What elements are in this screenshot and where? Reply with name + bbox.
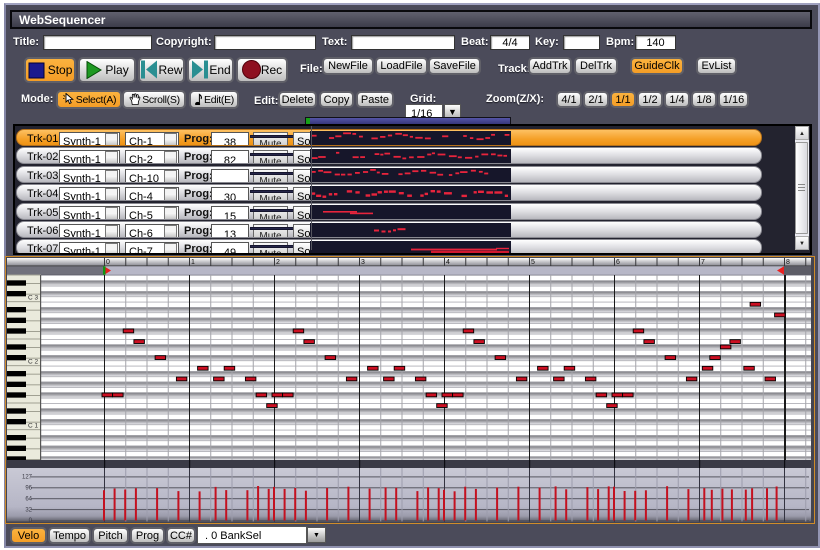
svg-text:C 2: C 2 <box>28 359 39 366</box>
svg-text:6: 6 <box>616 259 620 266</box>
svg-text:7: 7 <box>701 259 705 266</box>
svg-text:C 3: C 3 <box>28 295 39 302</box>
svg-text:C 1: C 1 <box>28 423 39 430</box>
svg-text:8: 8 <box>786 259 790 266</box>
svg-text:5: 5 <box>531 259 535 266</box>
svg-text:64: 64 <box>25 496 32 502</box>
svg-text:1: 1 <box>191 259 195 266</box>
svg-text:2: 2 <box>276 259 280 266</box>
svg-text:4: 4 <box>446 259 450 266</box>
svg-text:127: 127 <box>22 475 33 481</box>
svg-text:0: 0 <box>106 259 110 266</box>
svg-text:32: 32 <box>25 507 32 513</box>
svg-text:3: 3 <box>361 259 365 266</box>
svg-text:96: 96 <box>25 486 32 492</box>
